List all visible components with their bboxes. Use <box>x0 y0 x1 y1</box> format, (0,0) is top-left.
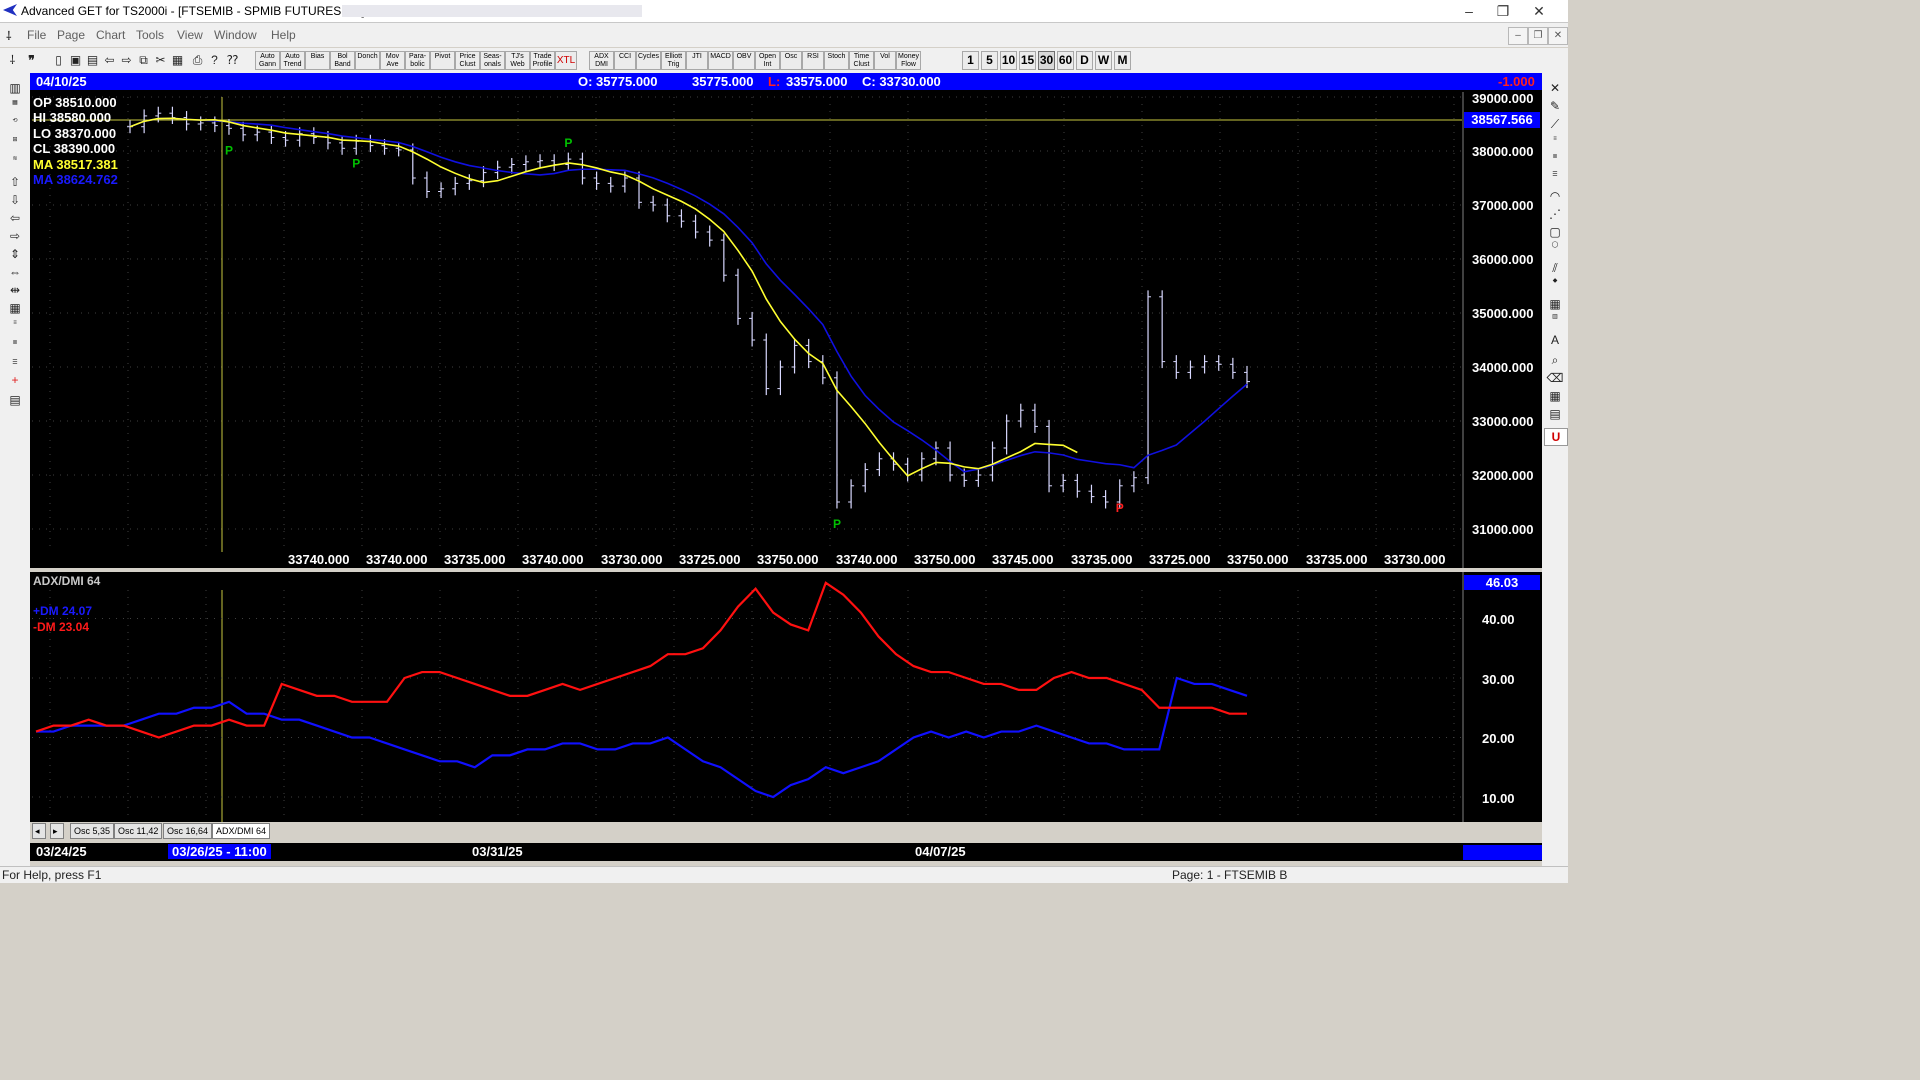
date-label: 03/24/25 <box>36 844 87 859</box>
ma-slow-readout: MA 38624.762 <box>33 172 118 187</box>
bar-value-label: 33745.000 <box>992 552 1054 567</box>
pivot-marker: P <box>352 156 360 170</box>
moving-average-fast-line <box>129 117 1078 477</box>
ohlc-close: CL 38390.000 <box>33 141 116 156</box>
date-cursor-label: 03/26/25 - 11:00 <box>168 844 271 859</box>
bar-value-label: 33725.000 <box>1149 552 1211 567</box>
status-page-text: Page: 1 - FTSEMIB B <box>1172 868 1288 882</box>
price-axis-label: 36000.000 <box>1472 252 1534 267</box>
minus-dm-line <box>35 581 1247 739</box>
bar-value-label: 33740.000 <box>522 552 584 567</box>
bar-value-label: 33750.000 <box>1227 552 1289 567</box>
ohlc-high: HI 38580.000 <box>33 110 112 125</box>
bar-value-label: 33730.000 <box>1384 552 1446 567</box>
minus-dm-readout: -DM 23.04 <box>33 620 90 634</box>
status-help-text: For Help, press F1 <box>2 868 102 882</box>
adx-panel-title: ADX/DMI 64 <box>33 574 101 588</box>
tab-osc-5-35[interactable]: Osc 5,35 <box>70 823 115 839</box>
bar-value-label: 33735.000 <box>444 552 506 567</box>
date-axis-end-box <box>1463 845 1542 860</box>
date-label: 04/07/25 <box>915 844 966 859</box>
price-axis-label: 39000.000 <box>1472 91 1534 106</box>
bar-value-label: 33740.000 <box>366 552 428 567</box>
moving-average-slow-line <box>129 117 1248 473</box>
date-label: 03/31/25 <box>472 844 523 859</box>
bar-value-label: 33725.000 <box>679 552 741 567</box>
tab-osc-11-42[interactable]: Osc 11,42 <box>114 823 163 839</box>
bar-value-label: 33740.000 <box>836 552 898 567</box>
price-axis-label: 37000.000 <box>1472 198 1534 213</box>
tab-scroll-left-icon[interactable]: ◂ <box>32 823 46 839</box>
indicator-tabs-bar: ◂ ▸ Osc 5,35 Osc 11,42 Osc 16,64 ADX/DMI… <box>30 822 1542 839</box>
price-axis-label: 33000.000 <box>1472 414 1534 429</box>
tab-scroll-right-icon[interactable]: ▸ <box>50 823 64 839</box>
pivot-marker: P <box>833 517 841 531</box>
price-axis-label: 31000.000 <box>1472 522 1534 537</box>
bar-value-label: 33735.000 <box>1306 552 1368 567</box>
crosshair-price-box: 38567.566 <box>1464 112 1540 128</box>
adx-axis-label: 10.00 <box>1482 791 1515 806</box>
bar-value-label: 33730.000 <box>601 552 663 567</box>
price-axis-label: 34000.000 <box>1472 360 1534 375</box>
pivot-marker: P <box>225 143 233 157</box>
plus-dm-readout: +DM 24.07 <box>33 604 93 618</box>
bar-value-label: 33735.000 <box>1071 552 1133 567</box>
adx-axis-label: 30.00 <box>1482 672 1515 687</box>
tab-osc-16-64[interactable]: Osc 16,64 <box>163 823 213 839</box>
adx-axis-label: 20.00 <box>1482 731 1515 746</box>
pivot-marker: P <box>1116 501 1124 515</box>
status-bar: For Help, press F1 Page: 1 - FTSEMIB B <box>0 866 1568 883</box>
price-axis-label: 38000.000 <box>1472 144 1534 159</box>
bar-value-label: 33750.000 <box>757 552 819 567</box>
adx-current-value-box: 46.03 <box>1464 575 1540 590</box>
tab-adx-dmi-64[interactable]: ADX/DMI 64 <box>212 823 271 839</box>
ma-fast-readout: MA 38517.381 <box>33 157 118 172</box>
bar-value-label: 33750.000 <box>914 552 976 567</box>
pivot-marker: P <box>564 136 572 150</box>
price-axis-label: 35000.000 <box>1472 306 1534 321</box>
chart-canvas: P P P P P <box>32 92 1464 822</box>
bar-value-label: 33740.000 <box>288 552 350 567</box>
adx-axis-label: 40.00 <box>1482 612 1515 627</box>
ohlc-open: OP 38510.000 <box>33 95 117 110</box>
ohlc-low: LO 38370.000 <box>33 126 117 141</box>
price-axis-label: 32000.000 <box>1472 468 1534 483</box>
